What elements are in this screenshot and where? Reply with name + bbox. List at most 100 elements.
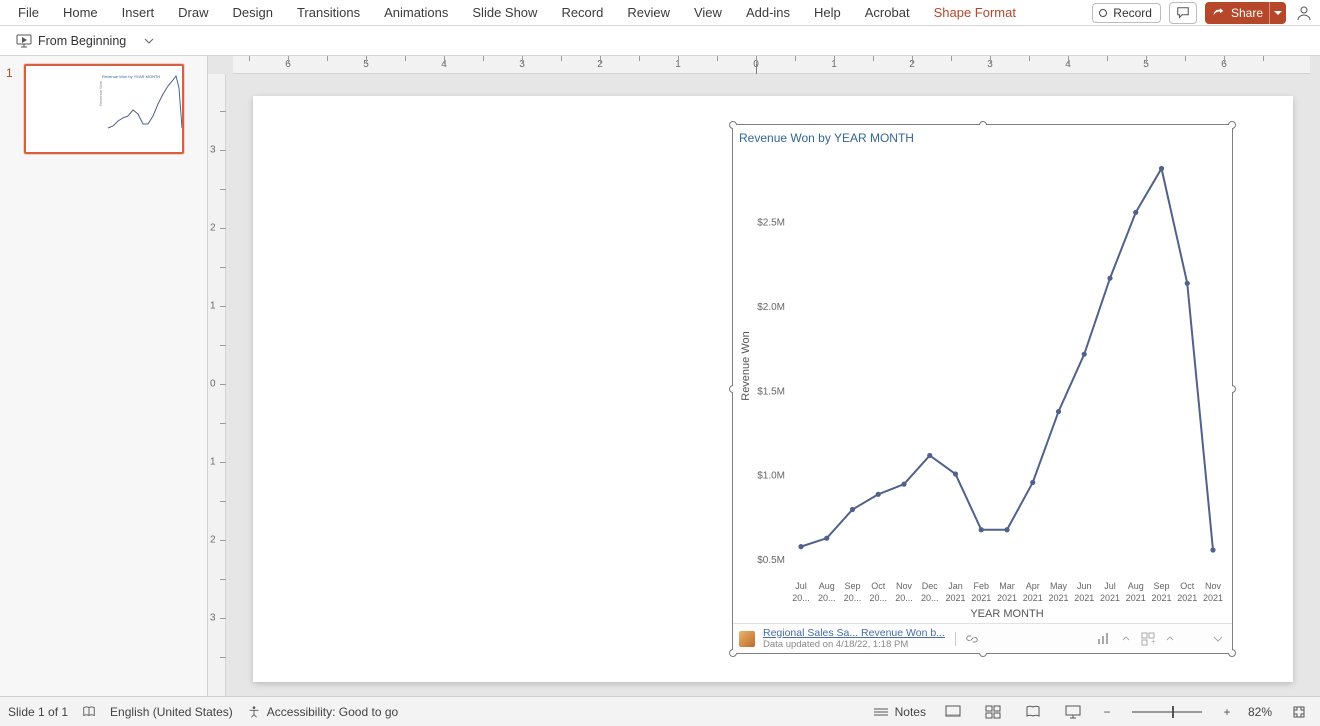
svg-text:$0.5M: $0.5M xyxy=(757,555,785,566)
person-icon xyxy=(1296,5,1312,21)
tab-shape-format[interactable]: Shape Format xyxy=(922,0,1028,26)
svg-text:2021: 2021 xyxy=(997,593,1017,603)
chart-more-button[interactable] xyxy=(1210,631,1226,647)
tab-record[interactable]: Record xyxy=(549,0,615,26)
ruler-v-label: 3 xyxy=(210,613,216,624)
tab-add-ins[interactable]: Add-ins xyxy=(734,0,802,26)
ruler-v-label: 2 xyxy=(210,535,216,546)
slide-edit-area[interactable]: 6543210123456 3210123 Revenue Won by YEA… xyxy=(208,56,1320,696)
zoom-out-button[interactable]: − xyxy=(1100,702,1114,722)
svg-text:2021: 2021 xyxy=(1177,593,1197,603)
slide-thumbnail-pane[interactable]: 1 Revenue Won by YEAR MONTH Revenue Won xyxy=(0,56,208,696)
ruler-v-label: 1 xyxy=(210,457,216,468)
reading-view-button[interactable] xyxy=(1020,702,1046,722)
slideshow-view-button[interactable] xyxy=(1060,702,1086,722)
tab-acrobat[interactable]: Acrobat xyxy=(853,0,922,26)
zoom-in-button[interactable]: + xyxy=(1220,702,1234,722)
notes-button[interactable]: Notes xyxy=(873,705,926,719)
share-button[interactable]: Share xyxy=(1205,2,1286,24)
svg-text:20...: 20... xyxy=(792,593,810,603)
tab-insert[interactable]: Insert xyxy=(110,0,167,26)
slide-canvas[interactable]: Revenue Won by YEAR MONTH $0.5M$1.0M$1.5… xyxy=(253,96,1293,682)
tab-review[interactable]: Review xyxy=(615,0,682,26)
svg-text:2021: 2021 xyxy=(1048,593,1068,603)
chart-source-link[interactable]: Regional Sales Sa... Revenue Won b... xyxy=(763,628,945,639)
ribbon-tabs: File Home Insert Draw Design Transitions… xyxy=(0,0,1320,26)
record-button[interactable]: Record xyxy=(1092,3,1161,23)
svg-text:May: May xyxy=(1050,581,1068,591)
tab-slide-show[interactable]: Slide Show xyxy=(460,0,549,26)
accessibility-label: Accessibility: Good to go xyxy=(267,705,398,719)
svg-text:2021: 2021 xyxy=(1151,593,1171,603)
svg-text:Jun: Jun xyxy=(1077,581,1092,591)
tab-home[interactable]: Home xyxy=(51,0,110,26)
svg-text:2021: 2021 xyxy=(1126,593,1146,603)
fit-to-window-button[interactable] xyxy=(1286,702,1312,722)
slide-counter[interactable]: Slide 1 of 1 xyxy=(8,705,68,719)
svg-text:Sep: Sep xyxy=(1153,581,1169,591)
svg-text:YEAR MONTH: YEAR MONTH xyxy=(970,608,1043,620)
from-beginning-button[interactable]: From Beginning xyxy=(8,29,134,53)
ruler-v-label: 3 xyxy=(210,145,216,156)
svg-text:Oct: Oct xyxy=(1180,581,1195,591)
language-label[interactable]: English (United States) xyxy=(110,705,233,719)
qat-dropdown-button[interactable] xyxy=(144,36,154,46)
chart-type-caret[interactable] xyxy=(1118,631,1134,647)
svg-text:Sep: Sep xyxy=(844,581,860,591)
slide-thumbnail-1[interactable]: Revenue Won by YEAR MONTH Revenue Won xyxy=(24,64,184,154)
chevron-down-icon xyxy=(144,36,154,46)
svg-text:20...: 20... xyxy=(895,593,913,603)
thumbnail-preview-icon: Revenue Won by YEAR MONTH Revenue Won xyxy=(26,66,184,154)
tab-animations[interactable]: Animations xyxy=(372,0,460,26)
svg-text:2021: 2021 xyxy=(1074,593,1094,603)
svg-text:20...: 20... xyxy=(869,593,887,603)
record-label: Record xyxy=(1113,6,1152,20)
tab-file[interactable]: File xyxy=(6,0,51,26)
svg-text:20...: 20... xyxy=(921,593,939,603)
svg-text:Revenue Won by YEAR MONTH: Revenue Won by YEAR MONTH xyxy=(102,74,160,79)
tab-transitions[interactable]: Transitions xyxy=(285,0,372,26)
normal-view-button[interactable] xyxy=(940,702,966,722)
svg-text:Nov: Nov xyxy=(896,581,913,591)
zoom-slider-thumb[interactable] xyxy=(1172,706,1174,718)
zoom-percent-label[interactable]: 82% xyxy=(1248,705,1272,719)
svg-text:Aug: Aug xyxy=(1128,581,1144,591)
slide-sorter-view-button[interactable] xyxy=(980,702,1006,722)
tab-draw[interactable]: Draw xyxy=(166,0,220,26)
svg-text:$1.0M: $1.0M xyxy=(757,471,785,482)
svg-text:2021: 2021 xyxy=(1203,593,1223,603)
horizontal-ruler: 6543210123456 xyxy=(233,56,1310,74)
svg-text:$2.0M: $2.0M xyxy=(757,302,785,313)
chart-filter-button[interactable]: + xyxy=(1140,631,1156,647)
accessibility-button[interactable]: Accessibility: Good to go xyxy=(247,705,398,719)
chart-filter-caret[interactable] xyxy=(1162,631,1178,647)
share-caret-icon[interactable] xyxy=(1269,2,1282,24)
svg-text:Dec: Dec xyxy=(922,581,939,591)
tab-help[interactable]: Help xyxy=(802,0,853,26)
present-icon xyxy=(16,33,32,49)
chart-object[interactable]: Revenue Won by YEAR MONTH $0.5M$1.0M$1.5… xyxy=(733,125,1232,653)
tab-view[interactable]: View xyxy=(682,0,734,26)
chart-footer-tools: + xyxy=(1096,631,1226,647)
spellcheck-button[interactable] xyxy=(82,705,96,719)
svg-text:2021: 2021 xyxy=(971,593,991,603)
accessibility-icon xyxy=(247,705,261,719)
svg-text:$2.5M: $2.5M xyxy=(757,218,785,229)
comments-button[interactable] xyxy=(1169,2,1197,24)
svg-text:Nov: Nov xyxy=(1205,581,1222,591)
zoom-slider[interactable] xyxy=(1132,711,1202,713)
svg-text:+: + xyxy=(1151,637,1155,646)
svg-text:Jan: Jan xyxy=(948,581,963,591)
user-account-button[interactable] xyxy=(1294,3,1314,23)
tab-design[interactable]: Design xyxy=(221,0,285,26)
chart-footer: Regional Sales Sa... Revenue Won b... Da… xyxy=(733,623,1232,653)
chart-type-button[interactable] xyxy=(1096,631,1112,647)
svg-text:Oct: Oct xyxy=(871,581,886,591)
comment-icon xyxy=(1176,6,1190,20)
selected-shape[interactable]: Revenue Won by YEAR MONTH $0.5M$1.0M$1.5… xyxy=(732,124,1233,654)
svg-text:$1.5M: $1.5M xyxy=(757,386,785,397)
record-dot-icon xyxy=(1099,9,1107,17)
notes-icon xyxy=(873,706,889,718)
link-icon[interactable] xyxy=(966,633,978,645)
slide-number-label: 1 xyxy=(6,66,13,80)
